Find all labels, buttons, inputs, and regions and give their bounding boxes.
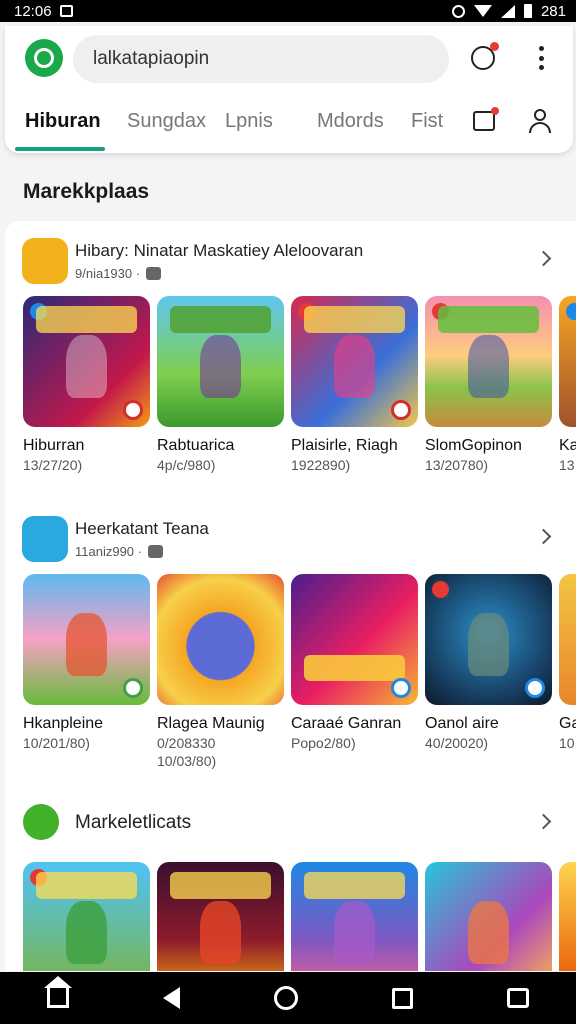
app-name: Oanol aire <box>425 715 499 732</box>
home-icon[interactable] <box>44 976 72 1008</box>
tab-bar: Hiburan Sungdax Lpnis Mdords Fist <box>5 106 573 151</box>
home-circle-icon[interactable] <box>274 986 298 1010</box>
page-title: Marekkplaas <box>23 180 150 203</box>
app-thumbnail <box>23 296 150 427</box>
app-card[interactable] <box>23 862 151 971</box>
profile-icon[interactable] <box>528 109 552 135</box>
app-card[interactable]: Rlagea Maunig 0/208330 10/03/80) <box>157 574 285 769</box>
app-thumbnail <box>291 574 418 705</box>
section-meta: 9/nia1930 · <box>75 266 162 281</box>
app-name: Hiburran <box>23 437 85 454</box>
app-card[interactable] <box>559 862 576 971</box>
app-card[interactable]: Plaisirle, Riagh 1922890) <box>291 296 419 473</box>
app-thumbnail <box>157 296 284 427</box>
chevron-right-icon[interactable] <box>535 813 552 830</box>
battery-level: 281 <box>540 2 566 20</box>
app-thumbnail <box>425 574 552 705</box>
app-card[interactable] <box>291 862 419 971</box>
app-thumbnail <box>559 862 576 971</box>
app-thumbnail <box>291 296 418 427</box>
app-name: Plaisirle, Riagh <box>291 437 398 454</box>
app-card[interactable]: Caraaé Ganran Popo2/80) <box>291 574 419 751</box>
app-thumbnail <box>23 862 150 971</box>
signal-icon <box>500 4 515 18</box>
app-thumbnail <box>425 862 552 971</box>
app-name: Rlagea Maunig <box>157 715 265 732</box>
section-title: Hibary: Ninatar Maskatiey Aleloovaran <box>75 241 364 260</box>
app-thumbnail <box>425 296 552 427</box>
app-info: 10 <box>559 735 575 751</box>
content-area: Hibary: Ninatar Maskatiey Aleloovaran 9/… <box>5 221 576 971</box>
app-logo-icon[interactable] <box>25 39 63 77</box>
app-row <box>23 862 576 971</box>
app-thumbnail <box>559 296 576 427</box>
app-info: 13/20780) <box>425 457 489 473</box>
search-input[interactable]: lalkatapiaopin <box>73 35 449 83</box>
app-name: SlomGopinon <box>425 437 522 454</box>
tab-sungdax[interactable]: Sungdax <box>127 110 206 133</box>
app-thumbnail <box>291 862 418 971</box>
chevron-right-icon[interactable] <box>535 528 552 545</box>
tab-hiburan[interactable]: Hiburan <box>25 110 101 133</box>
device-icon <box>146 267 162 280</box>
section-avatar-icon <box>22 238 68 284</box>
message-icon[interactable] <box>473 107 499 131</box>
chevron-right-icon[interactable] <box>535 250 552 267</box>
app-thumbnail <box>23 574 150 705</box>
app-info: 4p/c/980) <box>157 457 216 473</box>
app-info: Popo2/80) <box>291 735 356 751</box>
alarm-icon <box>451 4 465 18</box>
app-card[interactable]: Oanol aire 40/20020) <box>425 574 553 751</box>
more-options-icon[interactable] <box>533 44 549 72</box>
section-avatar-icon <box>22 516 68 562</box>
system-nav-bar <box>0 972 576 1024</box>
app-row: Hkanpleine 10/201/80) Rlagea Maunig 0/20… <box>23 574 576 784</box>
app-name: Ka <box>559 437 576 454</box>
wifi-icon <box>473 5 492 17</box>
status-time: 12:06 <box>14 2 52 20</box>
menu-icon[interactable] <box>507 988 529 1008</box>
app-card[interactable]: Rabtuarica 4p/c/980) <box>157 296 285 473</box>
app-name: Rabtuarica <box>157 437 235 454</box>
app-row: Hiburran 13/27/20) Rabtuarica 4p/c/980) … <box>23 296 576 506</box>
app-name: Caraaé Ganran <box>291 715 402 732</box>
notification-bell-icon[interactable] <box>471 42 499 70</box>
app-thumbnail <box>157 862 284 971</box>
app-card[interactable]: Hiburran 13/27/20) <box>23 296 151 473</box>
app-thumbnail <box>157 574 284 705</box>
battery-icon <box>523 4 532 18</box>
app-card[interactable]: Hkanpleine 10/201/80) <box>23 574 151 751</box>
app-thumbnail <box>559 574 576 705</box>
app-card[interactable] <box>425 862 553 971</box>
app-info: 1922890) <box>291 457 351 473</box>
app-header: lalkatapiaopin Hiburan Sungdax Lpnis Mdo… <box>5 26 573 153</box>
app-name: Hkanpleine <box>23 715 104 732</box>
back-icon[interactable] <box>163 987 180 1009</box>
app-card[interactable] <box>157 862 285 971</box>
section-title: Markeletlicats <box>75 812 192 833</box>
search-value: lalkatapiaopin <box>93 48 210 69</box>
app-info: 13/27/20) <box>23 457 83 473</box>
app-info: 0/208330 <box>157 735 216 751</box>
recents-icon[interactable] <box>392 987 413 1009</box>
notification-icon <box>59 5 73 17</box>
section-avatar-icon <box>23 804 59 840</box>
app-info-secondary: 10/03/80) <box>157 753 217 769</box>
tab-mdords[interactable]: Mdords <box>317 110 384 133</box>
active-tab-indicator <box>15 147 105 151</box>
app-card[interactable]: SlomGopinon 13/20780) <box>425 296 553 473</box>
section-meta: 11aniz990 · <box>75 544 163 559</box>
app-card[interactable]: Ka 13 <box>559 296 576 473</box>
status-bar: 12:06 281 <box>0 0 576 22</box>
tab-fist[interactable]: Fist <box>411 110 443 133</box>
section-title: Heerkatant Teana <box>75 519 209 538</box>
device-icon <box>147 545 163 558</box>
app-info: 40/20020) <box>425 735 489 751</box>
tab-lpnis[interactable]: Lpnis <box>225 110 273 133</box>
app-card[interactable]: Ga 10 <box>559 574 576 751</box>
app-name: Ga <box>559 715 576 732</box>
app-info: 10/201/80) <box>23 735 90 751</box>
app-info: 13 <box>559 457 575 473</box>
